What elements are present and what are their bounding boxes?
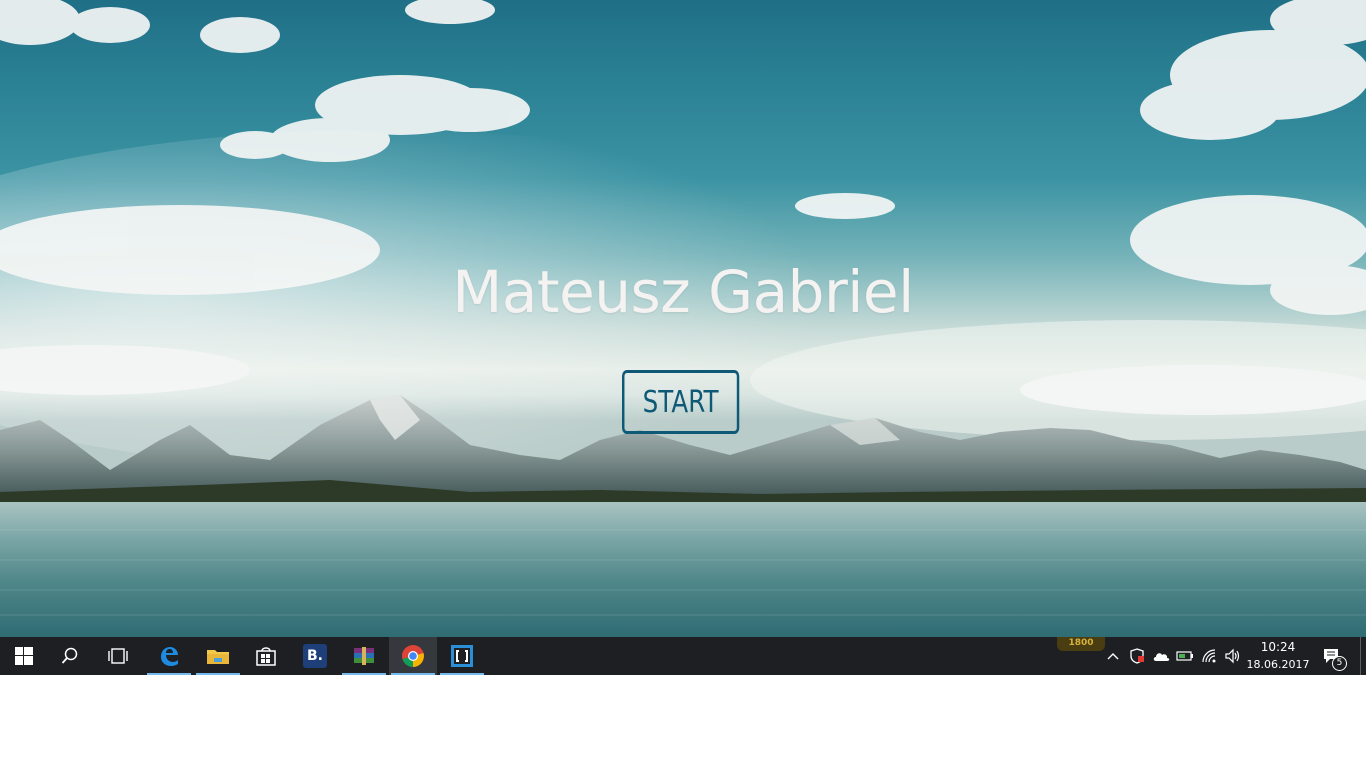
onedrive-tray-button[interactable] xyxy=(1151,646,1171,666)
chrome-icon xyxy=(402,645,424,667)
start-button[interactable]: START xyxy=(622,370,740,434)
store-icon xyxy=(256,647,276,666)
taskbar-app-winrar[interactable] xyxy=(340,637,388,675)
start-menu-button[interactable] xyxy=(0,637,48,675)
windows-logo-icon xyxy=(15,647,33,665)
brackets-icon xyxy=(451,645,473,667)
task-view-icon xyxy=(108,648,128,664)
hero-section: Mateusz Gabriel START xyxy=(0,0,1366,637)
clock-date: 18.06.2017 xyxy=(1246,658,1310,671)
network-tray-button[interactable] xyxy=(1199,646,1219,666)
b-app-icon: B. xyxy=(303,644,327,668)
winrar-icon xyxy=(354,647,374,665)
taskbar-app-file-explorer[interactable] xyxy=(194,637,242,675)
battery-icon xyxy=(1176,651,1193,661)
shield-icon xyxy=(1130,648,1144,664)
edge-icon xyxy=(161,647,178,666)
chevron-up-icon xyxy=(1107,653,1119,660)
battery-tray-button[interactable] xyxy=(1175,646,1195,666)
taskbar-app-brackets[interactable] xyxy=(438,637,486,675)
show-desktop-button[interactable] xyxy=(1360,637,1366,675)
taskbar-app-store[interactable] xyxy=(242,637,290,675)
volume-tray-button[interactable] xyxy=(1223,646,1243,666)
taskbar-app-edge[interactable] xyxy=(145,637,193,675)
taskbar-app-chrome[interactable] xyxy=(389,637,437,675)
task-view-button[interactable] xyxy=(94,637,142,675)
clock-time: 10:24 xyxy=(1260,640,1296,654)
security-tray-button[interactable] xyxy=(1127,646,1147,666)
tray-overlay-badge: 1800 xyxy=(1057,637,1105,651)
clock-button[interactable]: 10:24 18.06.2017 xyxy=(1244,639,1312,673)
search-icon xyxy=(61,647,78,664)
cloud-icon xyxy=(1153,653,1170,661)
search-button[interactable] xyxy=(46,637,94,675)
site-title: Mateusz Gabriel xyxy=(452,258,914,326)
folder-icon xyxy=(207,650,229,664)
desktop-screen: Mateusz Gabriel START B. 10:24 18.06.201… xyxy=(0,0,1366,770)
windows-taskbar: B. 10:24 18.06.2017 5 xyxy=(0,637,1366,675)
taskbar-app-booking[interactable]: B. xyxy=(291,637,339,675)
wifi-icon xyxy=(1202,649,1216,663)
speaker-icon xyxy=(1225,648,1240,664)
show-hidden-icons-button[interactable] xyxy=(1103,646,1123,666)
notification-count-badge: 5 xyxy=(1332,656,1347,671)
